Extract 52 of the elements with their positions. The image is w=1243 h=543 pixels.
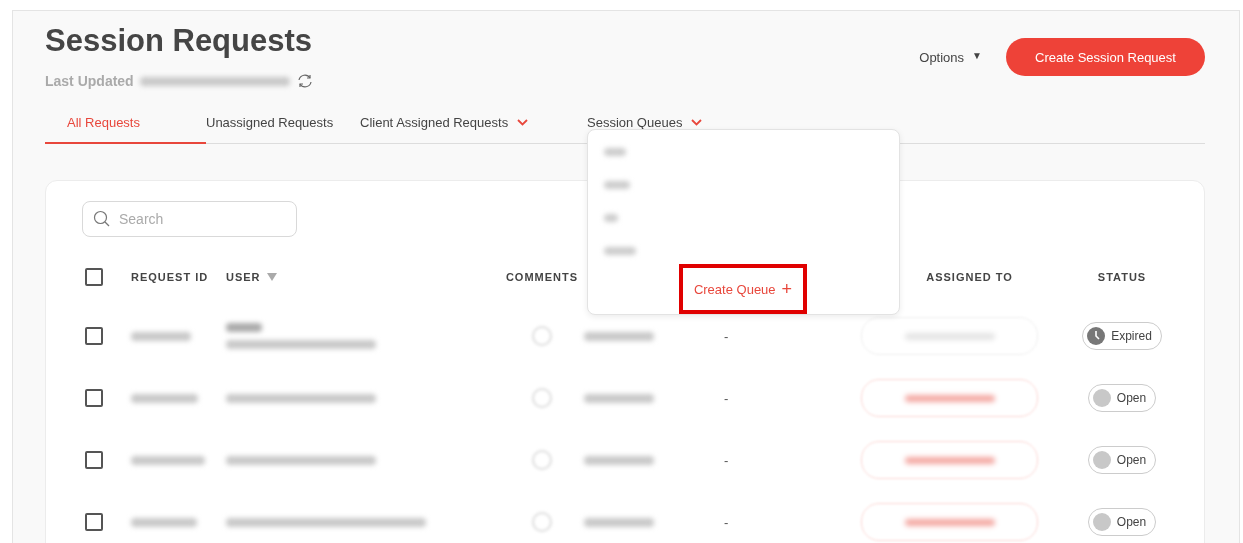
- row-checkbox[interactable]: [85, 327, 103, 345]
- clock-icon: [1087, 327, 1106, 345]
- blurred-queue-name[interactable]: [604, 247, 636, 255]
- blurred-date: [584, 518, 654, 527]
- status-dot: [1092, 389, 1111, 407]
- tab[interactable]: All Requests: [45, 115, 206, 144]
- status-dot: [1092, 451, 1111, 469]
- status-badge: Open: [1087, 508, 1157, 536]
- assigned-to-cell: -: [724, 515, 729, 530]
- refresh-icon[interactable]: [295, 73, 314, 89]
- options-menu[interactable]: Options ▼: [919, 49, 982, 65]
- select-all-checkbox[interactable]: [85, 268, 103, 286]
- blurred-date: [584, 394, 654, 403]
- status-badge: Open: [1087, 446, 1157, 474]
- chevron-down-icon: [691, 119, 703, 126]
- column-header: USER: [226, 271, 261, 283]
- row-checkbox[interactable]: [85, 513, 103, 531]
- assign-request-button[interactable]: [861, 503, 1038, 541]
- search-icon: [93, 210, 111, 228]
- tab[interactable]: Client Assigned Requests: [360, 115, 587, 144]
- chevron-down-icon: [517, 119, 529, 126]
- blurred-request-id: [131, 394, 198, 403]
- row-checkbox[interactable]: [85, 451, 103, 469]
- assigned-to-cell: -: [724, 453, 729, 468]
- search-field[interactable]: Search: [82, 201, 297, 237]
- blurred-request-id: [131, 518, 197, 527]
- column-header: COMMENTS: [505, 271, 579, 283]
- create-queue-button[interactable]: Create Queue +: [693, 278, 793, 300]
- assigned-to-cell: -: [724, 329, 729, 344]
- blurred-queue-name[interactable]: [604, 181, 630, 189]
- tab[interactable]: Unassigned Requests: [206, 115, 360, 144]
- blurred-queue-name[interactable]: [604, 214, 618, 222]
- status-badge: Expired: [1082, 322, 1162, 350]
- assign-request-button[interactable]: [861, 379, 1038, 417]
- status-badge: Open: [1087, 384, 1157, 412]
- blurred-user-name: [226, 323, 262, 332]
- column-header: ASSIGNED TO: [926, 271, 1013, 283]
- assigned-to-cell: -: [724, 391, 729, 406]
- row-checkbox[interactable]: [85, 389, 103, 407]
- status-dot: [1092, 513, 1111, 531]
- column-header: REQUEST ID: [131, 271, 209, 283]
- page-title: Session Requests: [45, 23, 314, 59]
- column-header: STATUS: [1097, 271, 1147, 283]
- blurred-date: [584, 332, 654, 341]
- last-updated-label: Last Updated: [45, 73, 134, 89]
- blurred-request-id: [131, 332, 191, 341]
- sort-down-icon[interactable]: [266, 273, 277, 281]
- blurred-queue-name[interactable]: [604, 148, 626, 156]
- blurred-date: [584, 456, 654, 465]
- create-session-request-button[interactable]: Create Session Request: [1006, 38, 1205, 76]
- assign-request-button[interactable]: [861, 441, 1038, 479]
- tab[interactable]: Session Queues: [587, 115, 703, 144]
